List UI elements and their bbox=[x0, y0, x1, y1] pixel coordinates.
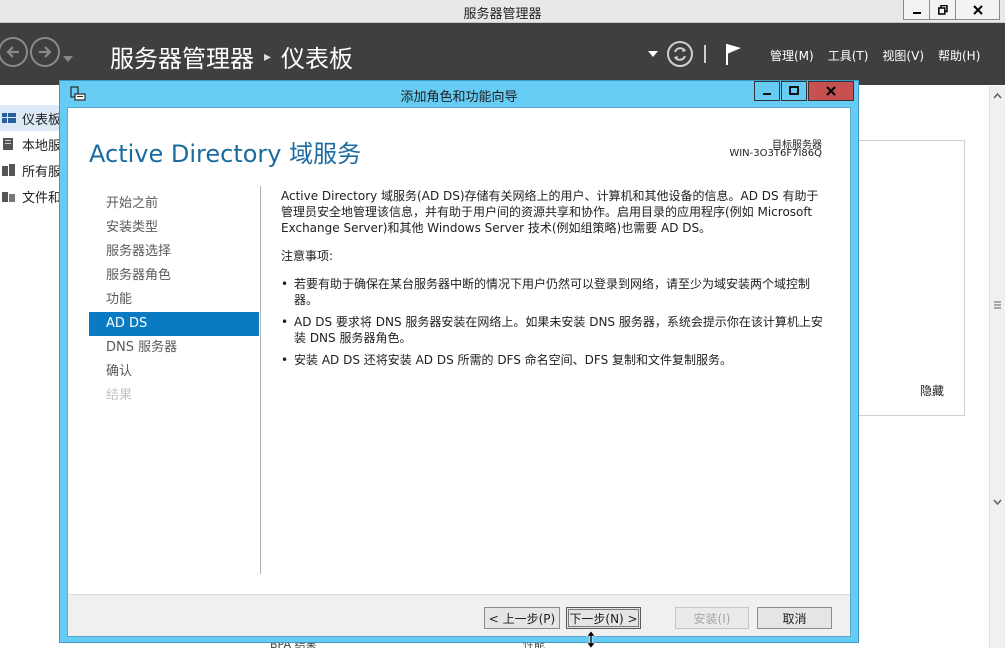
step-server-roles[interactable]: 服务器角色 bbox=[89, 264, 259, 288]
page-title: Active Directory 域服务 bbox=[89, 140, 362, 168]
minimize-button[interactable] bbox=[903, 0, 930, 20]
step-before-you-begin[interactable]: 开始之前 bbox=[89, 192, 259, 216]
previous-button[interactable]: < 上一步(P) bbox=[484, 607, 560, 629]
menu-tools[interactable]: 工具(T) bbox=[828, 47, 869, 64]
wizard-steps: 开始之前 安装类型 服务器选择 服务器角色 功能 AD DS DNS 服务器 确… bbox=[89, 192, 259, 408]
notes-heading: 注意事项: bbox=[281, 249, 334, 263]
header-divider bbox=[704, 45, 706, 63]
hide-link[interactable]: 隐藏 bbox=[920, 382, 944, 399]
wizard-body: Active Directory 域服务 目标服务器 WIN-3O3T6F7I8… bbox=[67, 107, 851, 637]
sidebar-item-label: 所有服务器 bbox=[22, 164, 62, 180]
notes-list: 若要有助于确保在某台服务器中断的情况下用户仍然可以登录到网络，请至少为域安装两个… bbox=[281, 276, 826, 368]
list-item: 安装 AD DS 还将安装 AD DS 所需的 DFS 命名空间、DFS 复制和… bbox=[281, 352, 826, 368]
step-ad-ds[interactable]: AD DS bbox=[89, 312, 259, 336]
server-icon bbox=[3, 138, 13, 150]
wizard-maximize-button[interactable] bbox=[781, 81, 807, 101]
next-button[interactable]: 下一步(N) > bbox=[566, 607, 641, 629]
list-item: AD DS 要求将 DNS 服务器安装在网络上。如果未安装 DNS 服务器，系统… bbox=[281, 314, 826, 346]
close-icon bbox=[826, 86, 836, 96]
dashboard-icon bbox=[2, 113, 16, 123]
wizard-title: 添加角色和功能向导 bbox=[400, 90, 518, 105]
server-manager-header: 服务器管理器 ▸ 仪表板 管理(M) 工具(T) 视图(V) 帮助(H) bbox=[0, 23, 1005, 85]
wizard-close-button[interactable] bbox=[808, 81, 854, 101]
wizard-footer: < 上一步(P) 下一步(N) > 安装(I) 取消 bbox=[68, 594, 850, 636]
notification-flag-icon[interactable] bbox=[724, 42, 744, 66]
sidebar-item-file-storage[interactable]: 文件和存储服务 bbox=[0, 183, 62, 209]
sidebar-item-local-server[interactable]: 本地服务器 bbox=[0, 131, 62, 157]
scroll-down-icon[interactable] bbox=[990, 496, 1005, 508]
refresh-icon[interactable] bbox=[666, 40, 694, 68]
step-dns-server[interactable]: DNS 服务器 bbox=[89, 336, 259, 360]
restore-icon bbox=[937, 4, 948, 15]
main-menu: 管理(M) 工具(T) 视图(V) 帮助(H) bbox=[770, 47, 994, 64]
servers-icon bbox=[2, 164, 15, 176]
scroll-thumb-grip-icon[interactable] bbox=[990, 300, 1005, 312]
step-installation-type[interactable]: 安装类型 bbox=[89, 216, 259, 240]
add-roles-wizard-dialog: 添加角色和功能向导 Active Directory 域服务 目标服务器 WIN… bbox=[59, 80, 859, 643]
storage-icon bbox=[2, 192, 15, 202]
steps-divider bbox=[260, 186, 261, 574]
close-button[interactable] bbox=[955, 0, 1000, 20]
install-button: 安装(I) bbox=[675, 607, 749, 629]
step-features[interactable]: 功能 bbox=[89, 288, 259, 312]
restore-button[interactable] bbox=[929, 0, 956, 20]
breadcrumb-current: 仪表板 bbox=[281, 45, 354, 73]
resize-cursor-icon bbox=[586, 631, 596, 648]
menu-view[interactable]: 视图(V) bbox=[882, 47, 924, 64]
step-server-selection[interactable]: 服务器选择 bbox=[89, 240, 259, 264]
step-confirmation[interactable]: 确认 bbox=[89, 360, 259, 384]
menu-help[interactable]: 帮助(H) bbox=[938, 47, 980, 64]
breadcrumb-root[interactable]: 服务器管理器 bbox=[110, 39, 254, 74]
breadcrumb: 服务器管理器 ▸ 仪表板 bbox=[110, 39, 353, 74]
dashboard-panel bbox=[855, 140, 965, 416]
target-server-value: WIN-3O3T6F7I86Q bbox=[729, 148, 822, 159]
sidebar-item-label: 本地服务器 bbox=[22, 138, 62, 154]
forward-button[interactable] bbox=[30, 37, 60, 67]
wizard-content: Active Directory 域服务(AD DS)存储有关网络上的用户、计算… bbox=[281, 188, 826, 374]
sidebar-item-label: 文件和存储服务 bbox=[22, 190, 62, 206]
server-manager-title: 服务器管理器 bbox=[463, 7, 542, 22]
step-results: 结果 bbox=[106, 388, 133, 403]
minimize-icon bbox=[912, 11, 921, 14]
maximize-icon bbox=[789, 86, 799, 95]
chevron-down-icon[interactable] bbox=[648, 51, 658, 57]
wizard-minimize-button[interactable] bbox=[754, 81, 780, 101]
intro-text: Active Directory 域服务(AD DS)存储有关网络上的用户、计算… bbox=[281, 189, 819, 235]
wizard-titlebar: 添加角色和功能向导 bbox=[60, 81, 858, 107]
server-manager-titlebar: 服务器管理器 bbox=[0, 0, 1005, 23]
back-button[interactable] bbox=[0, 37, 28, 67]
history-dropdown[interactable] bbox=[63, 51, 73, 65]
arrow-left-icon bbox=[6, 46, 19, 58]
chevron-down-icon bbox=[63, 56, 73, 62]
cancel-button[interactable]: 取消 bbox=[757, 607, 832, 629]
sidebar-item-dashboard[interactable]: 仪表板 bbox=[0, 105, 62, 131]
sidebar-item-all-servers[interactable]: 所有服务器 bbox=[0, 157, 62, 183]
header-tools bbox=[648, 39, 744, 69]
arrow-right-icon bbox=[39, 46, 52, 58]
menu-manage[interactable]: 管理(M) bbox=[770, 47, 814, 64]
server-manager-sidebar: 仪表板 本地服务器 所有服务器 文件和存储服务 bbox=[0, 105, 62, 209]
breadcrumb-separator-icon: ▸ bbox=[264, 48, 272, 65]
list-item: 若要有助于确保在某台服务器中断的情况下用户仍然可以登录到网络，请至少为域安装两个… bbox=[281, 276, 826, 308]
sidebar-item-label: 仪表板 bbox=[22, 112, 62, 128]
scroll-up-icon[interactable] bbox=[990, 90, 1005, 102]
close-icon bbox=[972, 4, 983, 15]
minimize-icon bbox=[763, 93, 771, 95]
vertical-scrollbar[interactable] bbox=[989, 86, 1005, 648]
